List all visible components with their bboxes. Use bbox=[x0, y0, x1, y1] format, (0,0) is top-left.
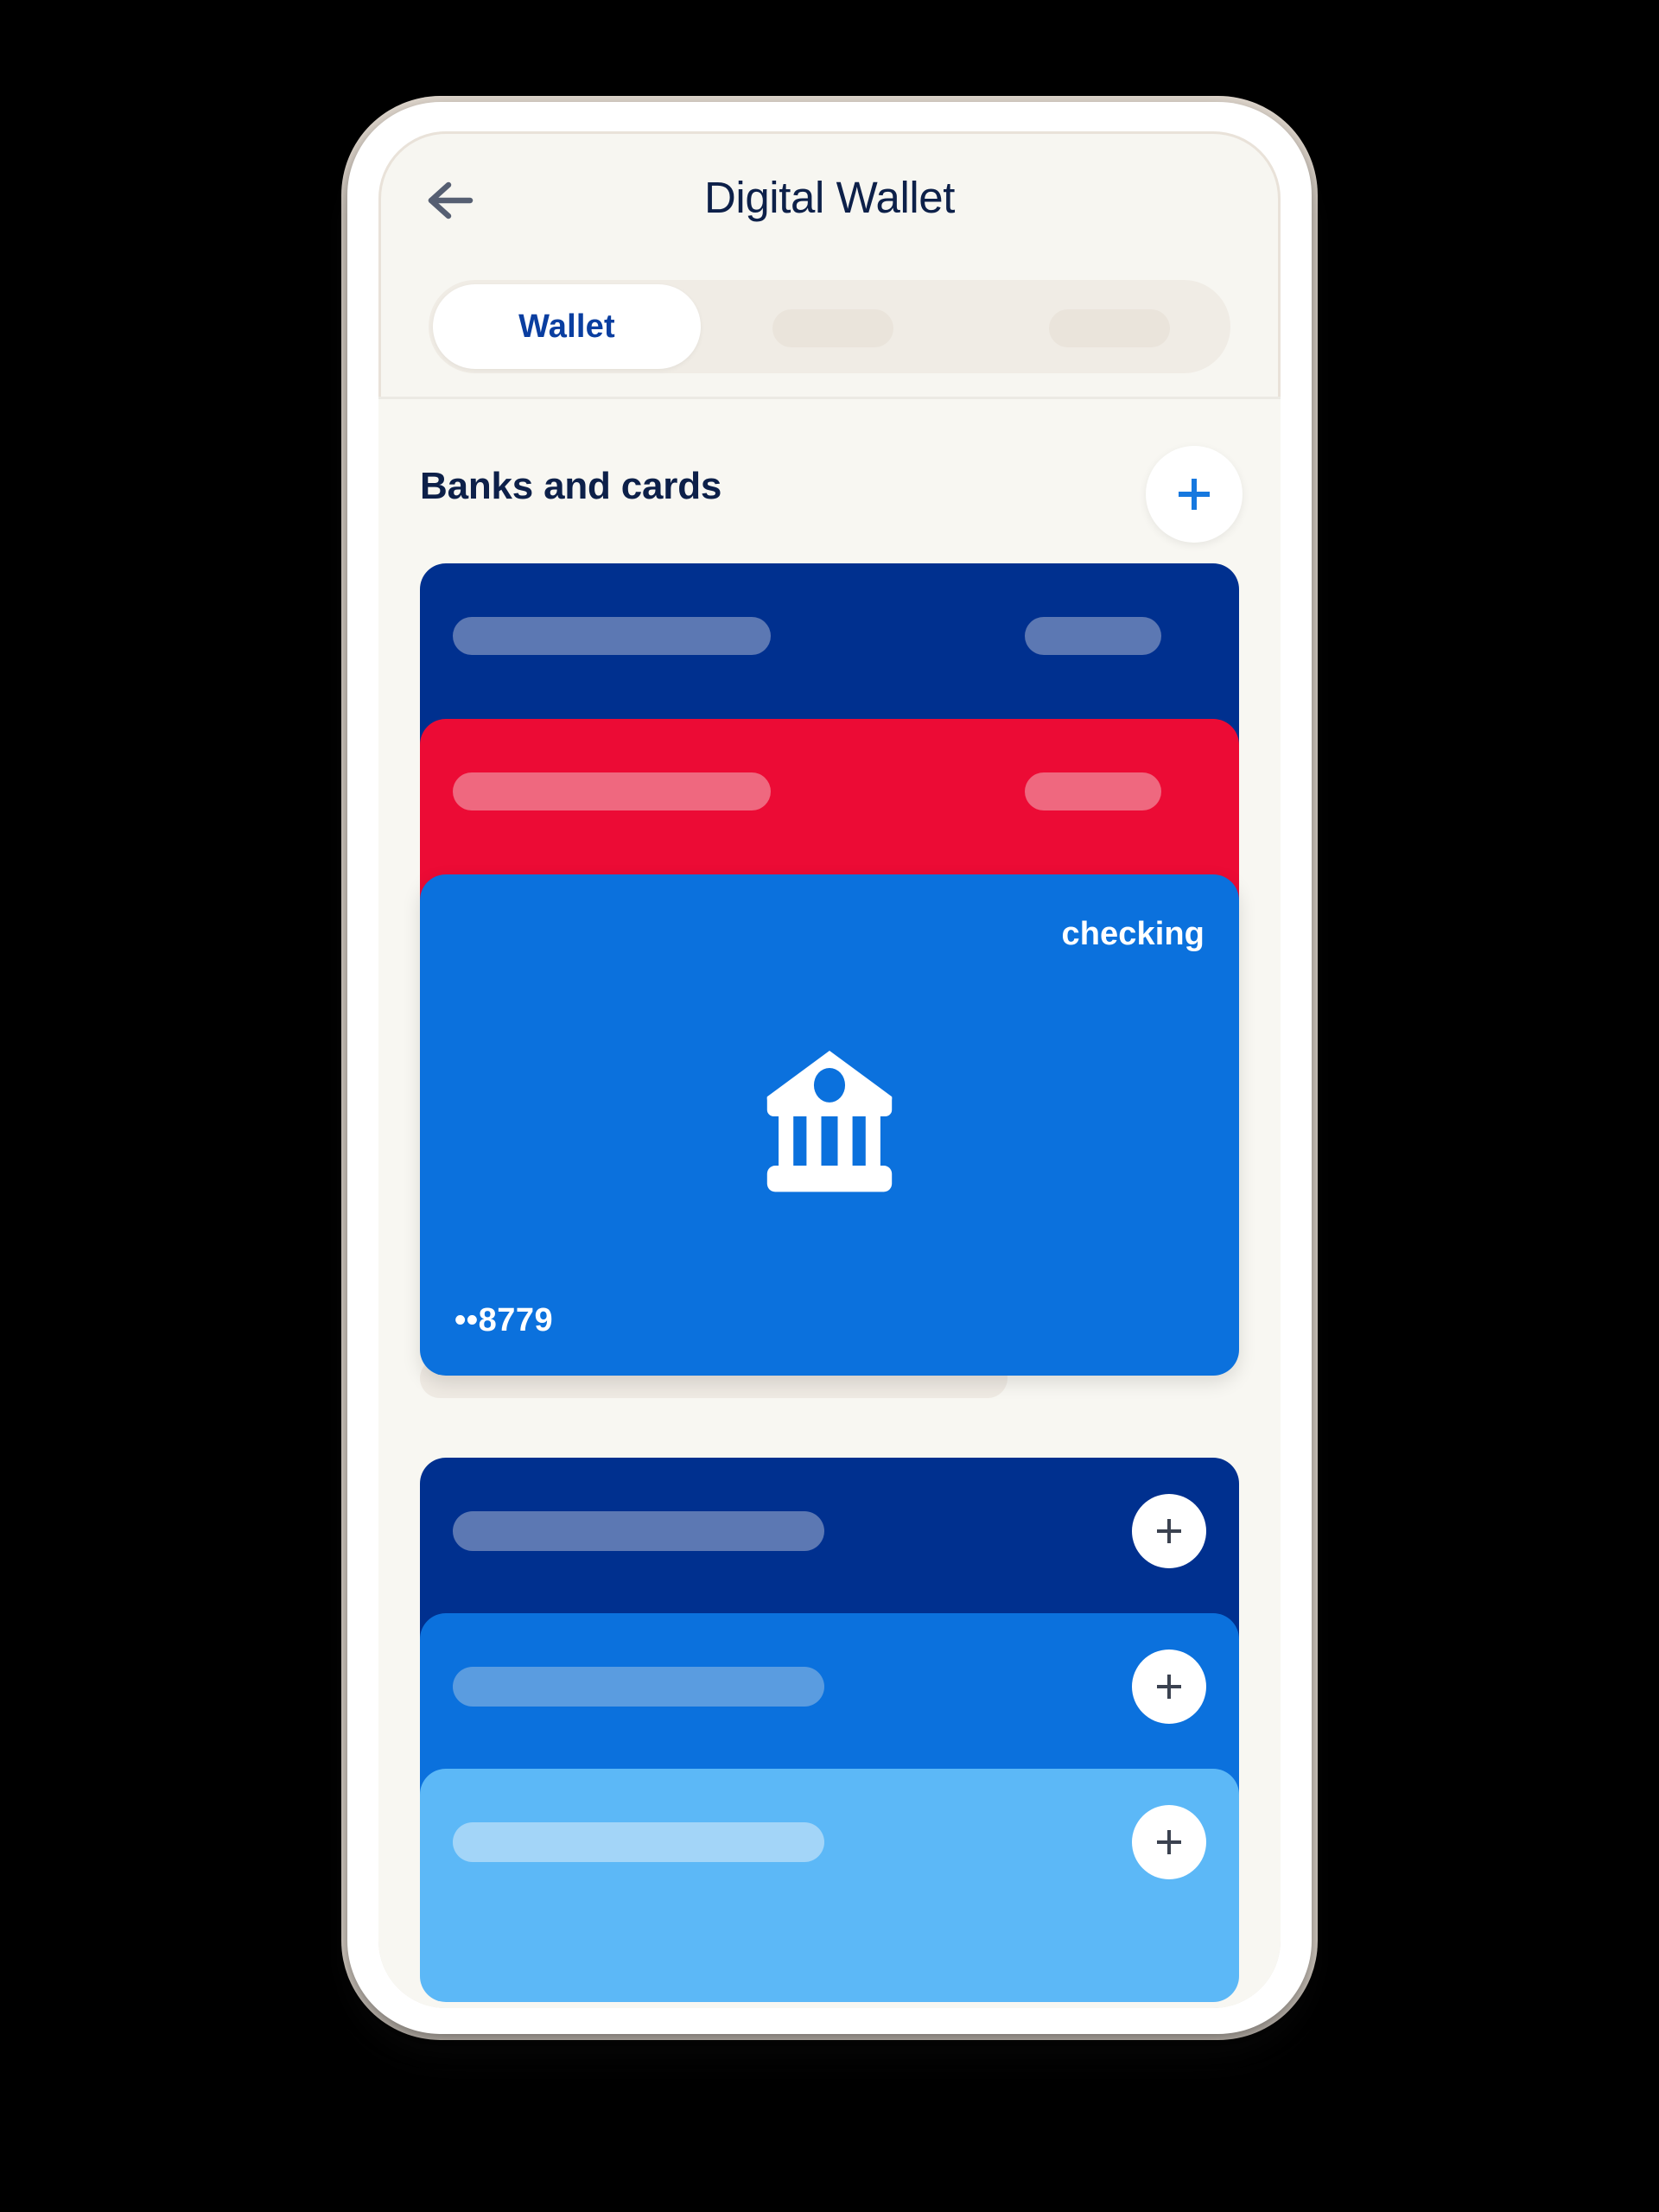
wallet-card-checking[interactable]: checking ••8779 bbox=[420, 874, 1239, 1376]
card-placeholder-bar-long bbox=[453, 617, 771, 655]
card-placeholder-bar-long bbox=[453, 772, 771, 810]
add-row-lightblue[interactable] bbox=[420, 1769, 1239, 2002]
add-row-lightblue-button[interactable] bbox=[1132, 1805, 1206, 1879]
plus-icon bbox=[1154, 1827, 1185, 1858]
banks-and-cards-stack: checking ••8779 bbox=[420, 563, 1239, 1376]
phone-screen: Digital Wallet Wallet Banks and cards ch… bbox=[378, 131, 1281, 2008]
add-bank-or-card-button[interactable] bbox=[1146, 446, 1243, 543]
plus-icon bbox=[1154, 1516, 1185, 1547]
add-row-blue-button[interactable] bbox=[1132, 1649, 1206, 1724]
card-account-type: checking bbox=[1061, 916, 1205, 952]
tab-wallet[interactable]: Wallet bbox=[433, 284, 701, 369]
tab-track: Wallet bbox=[429, 280, 1230, 373]
row-placeholder-bar bbox=[453, 1822, 824, 1862]
plus-icon bbox=[1174, 474, 1214, 514]
bank-icon bbox=[747, 1034, 912, 1198]
wallet-content: Banks and cards checking ••8779 bbox=[378, 399, 1281, 2008]
tab-wallet-label: Wallet bbox=[518, 308, 615, 345]
suggested-accounts-stack bbox=[420, 1458, 1239, 2008]
page-title: Digital Wallet bbox=[703, 173, 956, 222]
tab-bar: Wallet bbox=[378, 265, 1281, 395]
tab-placeholder-2[interactable] bbox=[1049, 309, 1170, 347]
section-header: Banks and cards bbox=[378, 439, 1281, 543]
row-placeholder-bar bbox=[453, 1667, 824, 1707]
row-placeholder-bar bbox=[453, 1511, 824, 1551]
plus-icon bbox=[1154, 1671, 1185, 1702]
section-title: Banks and cards bbox=[420, 465, 722, 507]
tab-placeholder-1[interactable] bbox=[772, 309, 893, 347]
add-row-navy-button[interactable] bbox=[1132, 1494, 1206, 1568]
app-header: Digital Wallet bbox=[378, 131, 1281, 244]
card-placeholder-bar-short bbox=[1025, 617, 1161, 655]
card-placeholder-bar-short bbox=[1025, 772, 1161, 810]
screenshot-stage: Digital Wallet Wallet Banks and cards ch… bbox=[0, 0, 1659, 2212]
card-masked-number: ••8779 bbox=[454, 1302, 554, 1338]
